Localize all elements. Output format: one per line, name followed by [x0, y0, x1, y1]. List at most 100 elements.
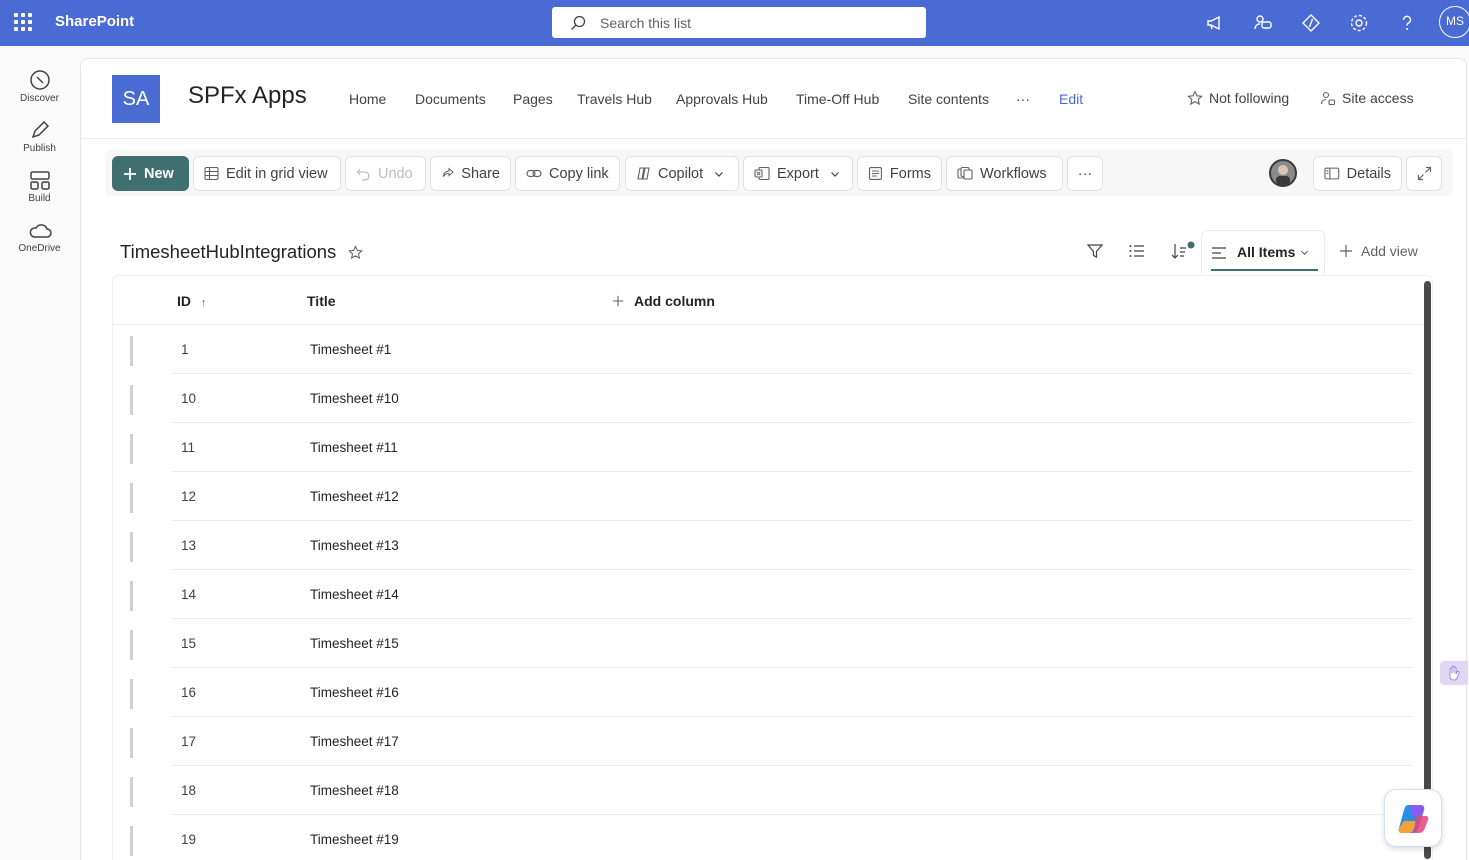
nav-more[interactable]: ···	[1016, 91, 1030, 107]
row-title-link[interactable]: Timesheet #12	[310, 489, 399, 504]
row-select-handle[interactable]	[130, 728, 133, 758]
compass-icon	[29, 70, 50, 90]
nav-travels-hub[interactable]: Travels Hub	[577, 91, 652, 107]
expand-button[interactable]	[1406, 156, 1442, 191]
row-title-link[interactable]: Timesheet #1	[310, 342, 391, 357]
table-row[interactable]: 16 Timesheet #16	[112, 668, 1412, 717]
table-row[interactable]: 15 Timesheet #15	[112, 619, 1412, 668]
column-header-id[interactable]: ID ↑	[177, 293, 206, 309]
row-select-handle[interactable]	[130, 581, 133, 611]
row-select-handle[interactable]	[130, 336, 133, 366]
follow-button[interactable]: Not following	[1187, 90, 1289, 106]
row-id: 19	[181, 832, 197, 847]
row-title-link[interactable]: Timesheet #19	[310, 832, 399, 847]
copy-link-label: Copy link	[549, 165, 609, 182]
vertical-scrollbar[interactable]	[1424, 281, 1431, 859]
expand-diagonal-icon	[1417, 166, 1431, 181]
new-button[interactable]: New	[112, 156, 189, 191]
nav-site-contents[interactable]: Site contents	[908, 91, 989, 107]
nav-home[interactable]: Home	[349, 91, 386, 107]
link-icon	[526, 169, 542, 178]
star-outline-icon	[1187, 90, 1203, 106]
row-select-handle[interactable]	[130, 777, 133, 807]
row-title-link[interactable]: Timesheet #14	[310, 587, 399, 602]
row-select-handle[interactable]	[130, 483, 133, 513]
row-id: 14	[181, 587, 197, 602]
nav-approvals-hub[interactable]: Approvals Hub	[676, 91, 768, 107]
appbar-publish[interactable]: Publish	[0, 119, 79, 154]
site-title[interactable]: SPFx Apps	[188, 82, 307, 110]
table-row[interactable]: 10 Timesheet #10	[112, 374, 1412, 423]
table-row[interactable]: 18 Timesheet #18	[112, 766, 1412, 815]
grid-icon	[204, 166, 219, 181]
undo-button[interactable]: Undo	[345, 156, 426, 191]
details-button[interactable]: Details	[1313, 156, 1402, 191]
user-photo-avatar[interactable]	[1269, 159, 1297, 187]
row-title-link[interactable]: Timesheet #15	[310, 636, 399, 651]
copy-link-button[interactable]: Copy link	[515, 156, 620, 191]
add-column-button[interactable]: Add column	[612, 293, 715, 309]
site-access-button[interactable]: Site access	[1320, 90, 1414, 106]
copilot-dropdown[interactable]: Copilot	[625, 156, 739, 191]
row-select-handle[interactable]	[130, 679, 133, 709]
row-title-link[interactable]: Timesheet #16	[310, 685, 399, 700]
table-row[interactable]: 12 Timesheet #12	[112, 472, 1412, 521]
nav-pages[interactable]: Pages	[513, 91, 553, 107]
table-row[interactable]: 13 Timesheet #13	[112, 521, 1412, 570]
column-id-label: ID	[177, 293, 191, 309]
chat-people-icon[interactable]	[1252, 12, 1274, 34]
share-button[interactable]: Share	[430, 156, 511, 191]
row-select-handle[interactable]	[130, 630, 133, 660]
help-icon[interactable]	[1396, 12, 1418, 34]
row-title-link[interactable]: Timesheet #10	[310, 391, 399, 406]
add-column-label: Add column	[634, 293, 715, 309]
row-select-handle[interactable]	[130, 826, 133, 856]
account-avatar[interactable]: MS	[1439, 6, 1469, 38]
copilot-chat-button[interactable]	[1384, 789, 1442, 847]
row-title-link[interactable]: Timesheet #13	[310, 538, 399, 553]
table-row[interactable]: 17 Timesheet #17	[112, 717, 1412, 766]
row-title-link[interactable]: Timesheet #11	[310, 440, 398, 455]
appbar-discover[interactable]: Discover	[0, 69, 79, 104]
search-placeholder: Search this list	[600, 15, 692, 31]
pen-icon	[31, 120, 49, 139]
table-row[interactable]: 11 Timesheet #11	[112, 423, 1412, 472]
brand-name[interactable]: SharePoint	[55, 13, 134, 30]
row-title-link[interactable]: Timesheet #17	[310, 734, 399, 749]
column-header-title[interactable]: Title	[307, 293, 336, 309]
megaphone-icon[interactable]	[1204, 12, 1226, 34]
feedback-tab[interactable]	[1440, 661, 1468, 685]
export-label: Export	[777, 165, 819, 182]
nav-edit-link[interactable]: Edit	[1059, 91, 1083, 107]
table-row[interactable]: 1 Timesheet #1	[112, 325, 1412, 374]
export-dropdown[interactable]: Export	[743, 156, 853, 191]
workflows-button[interactable]: Workflows	[946, 156, 1063, 191]
appbar-onedrive[interactable]: OneDrive	[0, 219, 79, 254]
site-logo[interactable]: SA	[112, 75, 160, 123]
appbar-build[interactable]: Build	[0, 169, 79, 204]
add-view-button[interactable]: Add view	[1339, 243, 1418, 259]
table-row[interactable]: 14 Timesheet #14	[112, 570, 1412, 619]
row-select-handle[interactable]	[130, 532, 133, 562]
nav-documents[interactable]: Documents	[415, 91, 486, 107]
forms-button[interactable]: Forms	[857, 156, 942, 191]
edit-grid-button[interactable]: Edit in grid view	[193, 156, 341, 191]
search-input[interactable]: Search this list	[552, 7, 926, 38]
view-selector-all-items[interactable]: All Items	[1201, 230, 1325, 274]
list-options-icon[interactable]	[1128, 242, 1146, 260]
code-diamond-icon[interactable]	[1300, 12, 1322, 34]
filter-icon[interactable]	[1086, 242, 1104, 260]
row-select-handle[interactable]	[130, 434, 133, 464]
settings-gear-icon[interactable]	[1348, 12, 1370, 34]
row-title-link[interactable]: Timesheet #18	[310, 783, 399, 798]
details-label: Details	[1346, 165, 1391, 182]
app-launcher-icon[interactable]	[14, 13, 32, 31]
table-row[interactable]: 19 Timesheet #19	[112, 815, 1412, 860]
more-commands-button[interactable]: ···	[1067, 156, 1103, 191]
sort-icon[interactable]	[1170, 240, 1196, 262]
row-select-handle[interactable]	[130, 385, 133, 415]
nav-time-off-hub[interactable]: Time-Off Hub	[796, 91, 879, 107]
favorite-star-icon[interactable]	[348, 245, 363, 260]
build-blocks-icon	[29, 171, 50, 190]
plus-icon	[124, 167, 136, 180]
